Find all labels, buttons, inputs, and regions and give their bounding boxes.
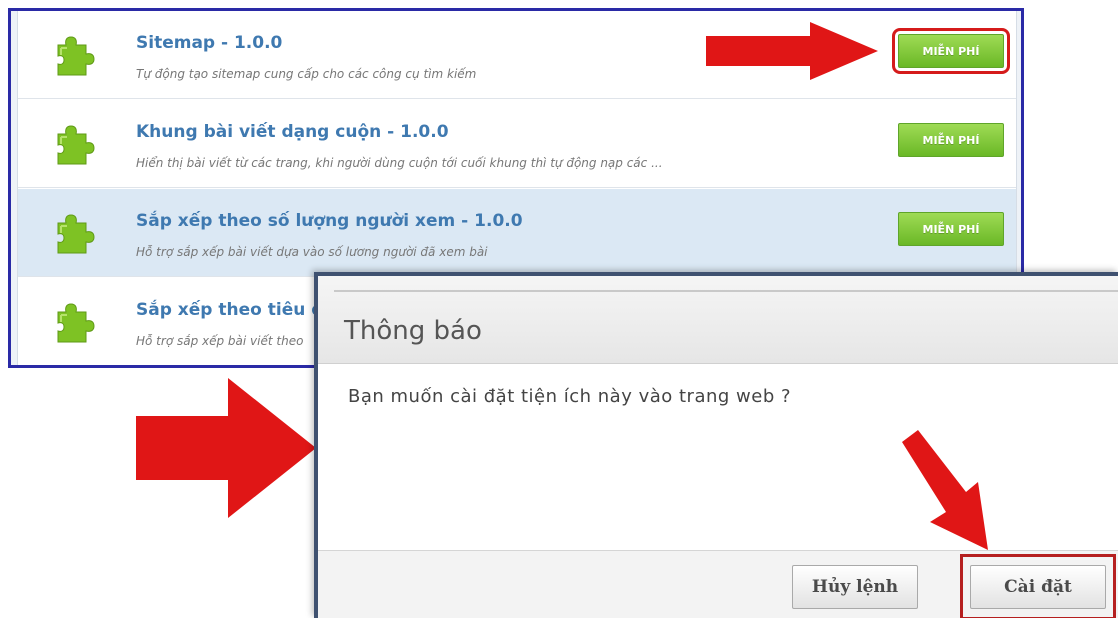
plugin-description: Tự động tạo sitemap cung cấp cho các côn… xyxy=(136,67,477,81)
dialog-header-rule xyxy=(334,290,1118,292)
cancel-button[interactable]: Hủy lệnh xyxy=(792,565,918,609)
free-install-button[interactable]: MIỄN PHÍ xyxy=(898,123,1004,157)
plugin-row: Sắp xếp theo số lượng người xem - 1.0.0 … xyxy=(18,189,1016,277)
red-arrow-icon xyxy=(902,430,988,550)
free-install-button[interactable]: MIỄN PHÍ xyxy=(892,28,1010,74)
puzzle-piece-icon xyxy=(52,300,98,346)
plugin-title-link[interactable]: Sắp xếp theo số lượng người xem - 1.0.0 xyxy=(136,211,523,231)
dialog-footer: Hủy lệnh Cài đặt xyxy=(318,550,1118,618)
free-install-button[interactable]: MIỄN PHÍ xyxy=(898,212,1004,246)
red-arrow-icon xyxy=(136,378,316,518)
plugin-description: Hiển thị bài viết từ các trang, khi ngườ… xyxy=(136,156,663,170)
dialog-message: Bạn muốn cài đặt tiện ích này vào trang … xyxy=(348,386,792,407)
puzzle-piece-icon xyxy=(52,122,98,168)
install-button[interactable]: Cài đặt xyxy=(970,565,1106,609)
dialog-title: Thông báo xyxy=(344,316,482,346)
plugin-title-link[interactable]: Sitemap - 1.0.0 xyxy=(136,33,282,53)
confirm-dialog: Thông báo Bạn muốn cài đặt tiện ích này … xyxy=(314,272,1118,618)
red-arrow-icon xyxy=(706,22,878,80)
plugin-description: Hỗ trợ sắp xếp bài viết dựa vào số lương… xyxy=(136,245,488,259)
puzzle-piece-icon xyxy=(52,33,98,79)
plugin-title-link[interactable]: Sắp xếp theo tiêu đ xyxy=(136,300,323,320)
plugin-description: Hỗ trợ sắp xếp bài viết theo xyxy=(136,334,304,348)
plugin-title-link[interactable]: Khung bài viết dạng cuộn - 1.0.0 xyxy=(136,122,449,142)
puzzle-piece-icon xyxy=(52,211,98,257)
plugin-row: Khung bài viết dạng cuộn - 1.0.0 Hiển th… xyxy=(18,100,1016,188)
dialog-header: Thông báo xyxy=(318,276,1118,364)
